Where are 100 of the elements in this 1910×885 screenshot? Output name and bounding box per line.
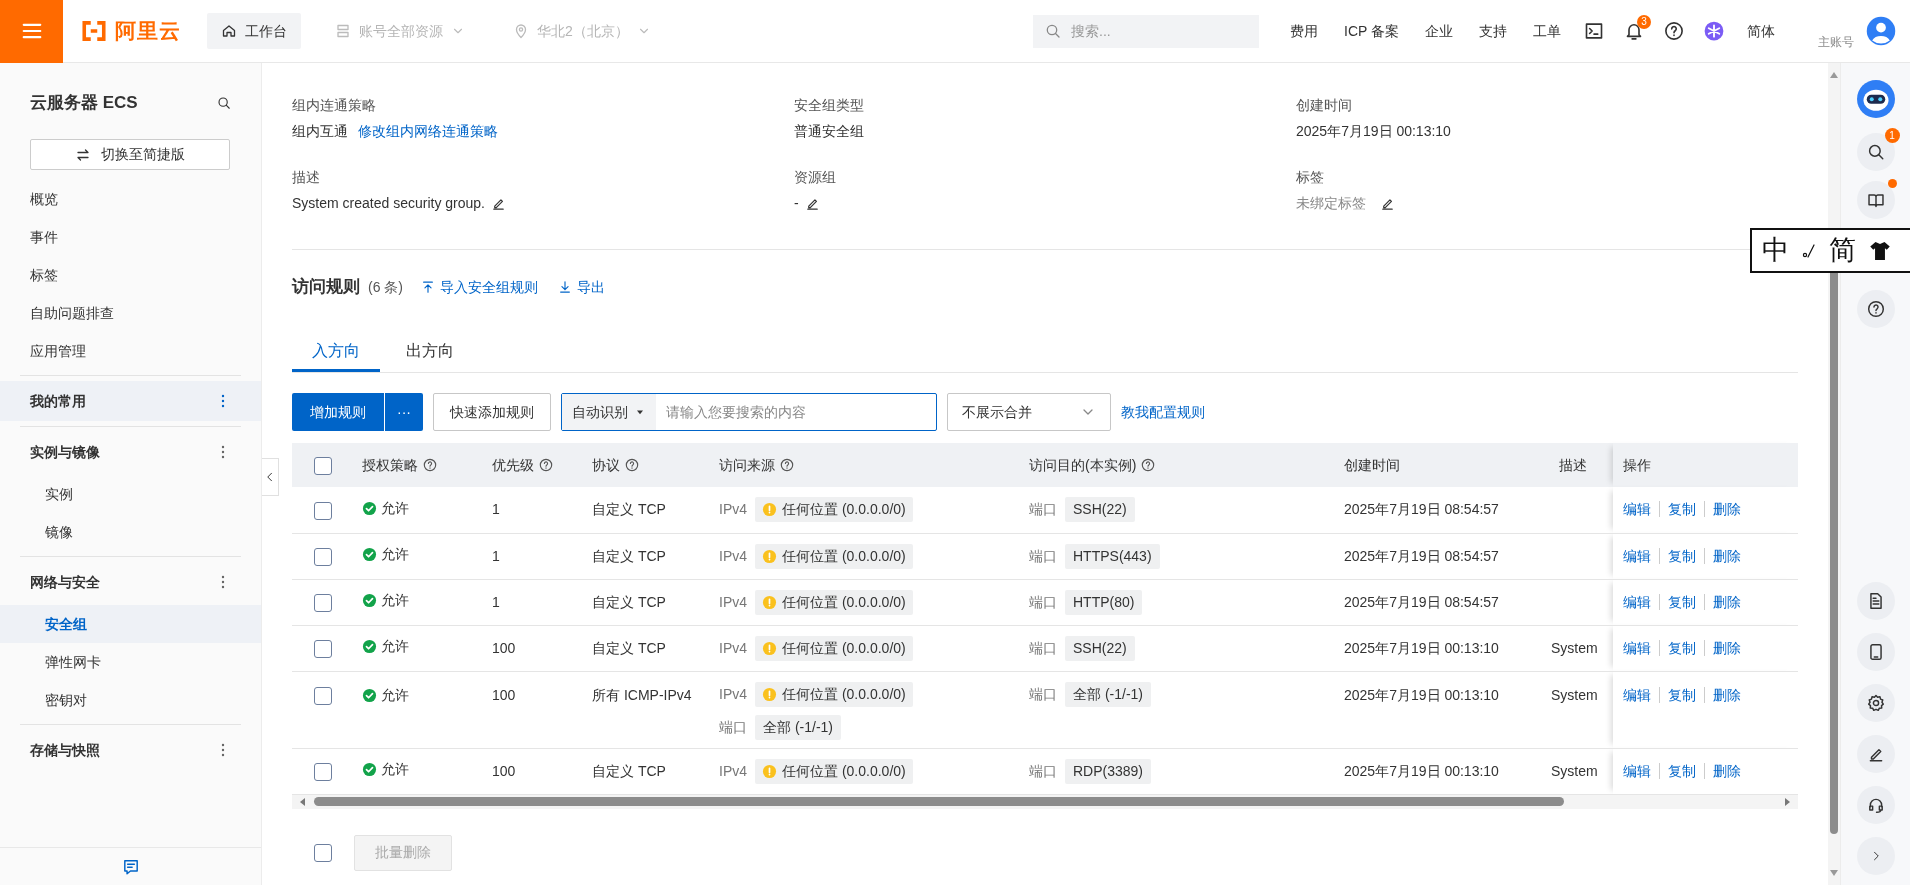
group-title[interactable]: 网络与安全 bbox=[30, 571, 100, 593]
created-time: 2025年7月19日 08:54:57 bbox=[1344, 547, 1499, 564]
rail-button[interactable] bbox=[1856, 735, 1895, 773]
import-link[interactable]: 导入安全组规则 bbox=[421, 276, 538, 298]
more-button[interactable]: ··· bbox=[384, 393, 423, 431]
header-link[interactable]: 费用 bbox=[1277, 20, 1331, 42]
field-label: 资源组 bbox=[794, 168, 837, 187]
search-input[interactable]: 搜索... bbox=[1069, 19, 1247, 43]
header-link[interactable]: 支持 bbox=[1466, 20, 1520, 42]
ip-version: IPv4 bbox=[719, 546, 747, 566]
search-icon[interactable] bbox=[217, 96, 231, 110]
help-icon[interactable] bbox=[539, 458, 553, 472]
action-link[interactable]: 编辑 bbox=[1623, 639, 1659, 656]
row-checkbox[interactable] bbox=[314, 762, 332, 781]
logo-icon[interactable] bbox=[81, 18, 107, 44]
header-link[interactable]: ICP 备案 bbox=[1331, 20, 1412, 42]
sidebar-item[interactable]: 标签 bbox=[0, 256, 261, 294]
merge-dropdown[interactable]: 不展示合并 bbox=[947, 393, 1111, 431]
export-link[interactable]: 导出 bbox=[558, 276, 605, 298]
help-icon[interactable] bbox=[423, 458, 437, 472]
sidebar-item[interactable]: 事件 bbox=[0, 218, 261, 256]
sidebar-item[interactable]: 应用管理 bbox=[0, 332, 261, 370]
direction-tab[interactable]: 出方向 bbox=[386, 332, 474, 372]
sparkle-icon[interactable] bbox=[1704, 21, 1724, 41]
row-checkbox[interactable] bbox=[314, 593, 332, 612]
action-link[interactable]: 复制 bbox=[1659, 547, 1704, 564]
action-link[interactable]: 删除 bbox=[1704, 762, 1749, 779]
sidebar-item[interactable]: 弹性网卡 bbox=[0, 643, 261, 681]
switch-version-button[interactable]: 切换至简捷版 bbox=[30, 139, 230, 170]
direction-tab[interactable]: 入方向 bbox=[292, 332, 380, 372]
rail-button[interactable] bbox=[1856, 633, 1895, 671]
field-label: 描述 bbox=[292, 168, 321, 187]
address-text: 任何位置 (0.0.0.0/0) bbox=[782, 500, 906, 520]
menu-button[interactable] bbox=[0, 0, 63, 63]
ip-version: IPv4 bbox=[719, 500, 747, 520]
action-link[interactable]: 删除 bbox=[1704, 501, 1749, 518]
terminal-icon[interactable] bbox=[1584, 21, 1604, 41]
sidebar-item[interactable]: 概览 bbox=[0, 180, 261, 218]
filter-type-dropdown[interactable]: 自动识别 bbox=[562, 394, 656, 430]
sidebar-item[interactable]: 实例 bbox=[0, 475, 261, 513]
group-title[interactable]: 我的常用 bbox=[30, 390, 86, 412]
header-link[interactable]: 工单 bbox=[1520, 20, 1574, 42]
punctuation-icon[interactable] bbox=[1801, 242, 1817, 259]
quick-add-button[interactable]: 快速添加规则 bbox=[433, 393, 551, 431]
help-icon[interactable] bbox=[625, 458, 639, 472]
sidebar-item[interactable]: 安全组 bbox=[0, 605, 261, 643]
rail-button[interactable] bbox=[1856, 582, 1895, 620]
add-rule-button[interactable]: 增加规则 bbox=[292, 393, 384, 431]
row-checkbox[interactable] bbox=[314, 547, 332, 566]
action-link[interactable]: 复制 bbox=[1659, 593, 1704, 610]
port-value: SSH(22) bbox=[1065, 497, 1135, 523]
action-link[interactable]: 删除 bbox=[1704, 639, 1749, 656]
action-link[interactable]: 编辑 bbox=[1623, 762, 1659, 779]
help-icon[interactable] bbox=[1664, 21, 1684, 41]
action-link[interactable]: 复制 bbox=[1659, 686, 1704, 703]
description-text: System bbox=[1551, 762, 1598, 779]
action-link[interactable]: 复制 bbox=[1659, 501, 1704, 518]
sidebar-item[interactable]: 密钥对 bbox=[0, 681, 261, 719]
scroll-right-icon[interactable] bbox=[1782, 796, 1792, 807]
avatar-icon[interactable] bbox=[1866, 16, 1896, 46]
action-link[interactable]: 删除 bbox=[1704, 686, 1749, 703]
sidebar-item[interactable]: 镜像 bbox=[0, 513, 261, 551]
action-link[interactable]: 删除 bbox=[1704, 593, 1749, 610]
scroll-left-icon[interactable] bbox=[298, 796, 308, 807]
row-checkbox[interactable] bbox=[314, 686, 332, 705]
header-link[interactable]: 企业 bbox=[1412, 20, 1466, 42]
row-checkbox[interactable] bbox=[314, 501, 332, 520]
action-link[interactable]: 复制 bbox=[1659, 762, 1704, 779]
action-link[interactable]: 复制 bbox=[1659, 639, 1704, 656]
chat-icon[interactable] bbox=[121, 857, 140, 876]
select-all-checkbox[interactable] bbox=[314, 456, 332, 475]
group-title[interactable]: 存储与快照 bbox=[30, 739, 100, 761]
search-field[interactable]: 自动识别 请输入您要搜索的内容 bbox=[561, 393, 937, 431]
rail-button[interactable] bbox=[1856, 786, 1895, 824]
language-link[interactable]: 简体 bbox=[1734, 20, 1788, 42]
script-mode[interactable]: 简 bbox=[1829, 237, 1856, 264]
row-checkbox[interactable] bbox=[314, 639, 332, 658]
search-field[interactable]: 搜索... bbox=[1033, 14, 1259, 48]
action-link[interactable]: 编辑 bbox=[1623, 686, 1659, 703]
group-title[interactable]: 实例与镜像 bbox=[30, 441, 100, 463]
help-icon[interactable] bbox=[780, 458, 794, 472]
action-link[interactable]: 编辑 bbox=[1623, 593, 1659, 610]
address-text: 任何位置 (0.0.0.0/0) bbox=[782, 684, 906, 704]
robot-icon[interactable] bbox=[1855, 79, 1896, 119]
sidebar-item[interactable]: 自助问题排查 bbox=[0, 294, 261, 332]
scroll-down-icon[interactable] bbox=[1829, 869, 1839, 877]
rail-button[interactable] bbox=[1856, 133, 1895, 171]
rail-button[interactable] bbox=[1856, 181, 1895, 219]
input-mode[interactable]: 中 bbox=[1762, 237, 1789, 264]
action-link[interactable]: 删除 bbox=[1704, 547, 1749, 564]
scroll-up-icon[interactable] bbox=[1829, 71, 1839, 79]
action-link[interactable]: 编辑 bbox=[1623, 501, 1659, 518]
help-link[interactable]: 教我配置规则 bbox=[1121, 401, 1205, 423]
sidebar-group-header[interactable]: 我的常用 bbox=[0, 381, 261, 421]
workbench-button[interactable]: 工作台 bbox=[207, 13, 301, 49]
rail-button[interactable] bbox=[1856, 290, 1895, 328]
edit-link[interactable]: 修改组内网络连通策略 bbox=[358, 121, 498, 141]
action-link[interactable]: 编辑 bbox=[1623, 547, 1659, 564]
help-icon[interactable] bbox=[1141, 458, 1156, 472]
rail-button[interactable] bbox=[1856, 684, 1895, 722]
